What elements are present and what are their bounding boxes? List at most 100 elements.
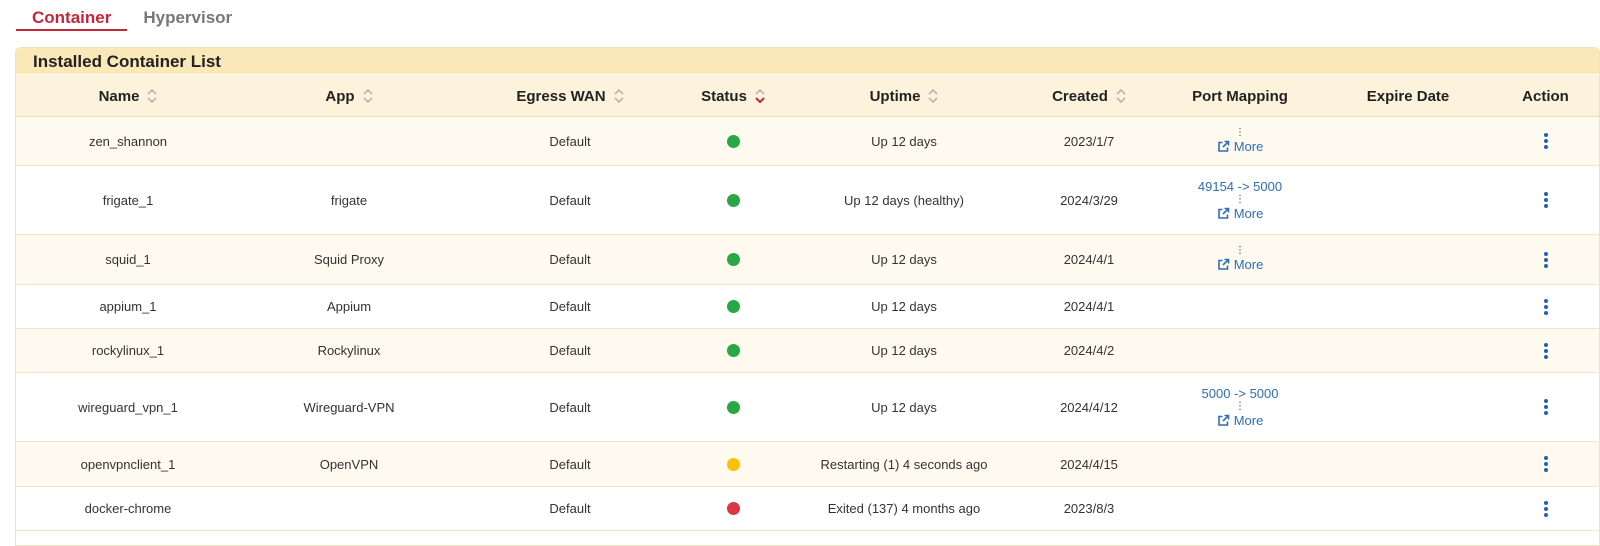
status-indicator-restarting	[726, 457, 740, 471]
uptime-cell: Up 12 days (healthy)	[844, 192, 964, 208]
status-cell	[682, 285, 784, 328]
expire-cell	[1326, 442, 1490, 486]
egress-cell: Default	[549, 456, 591, 472]
status-indicator-running	[726, 253, 740, 266]
action-cell	[1490, 487, 1599, 530]
more-link[interactable]: More	[1217, 205, 1264, 222]
app-cell: Wireguard-VPN	[303, 399, 395, 415]
port-mapping-cell	[1154, 442, 1326, 486]
egress-cell: Default	[549, 501, 591, 516]
kebab-menu-icon[interactable]	[1540, 247, 1552, 273]
port-mapping-cell: ⋮ More	[1154, 235, 1326, 284]
sort-icon[interactable]	[1116, 88, 1126, 104]
expire-cell	[1326, 166, 1490, 234]
port-mapping-link[interactable]: 49154 -> 5000	[1198, 178, 1282, 195]
sort-icon[interactable]	[614, 88, 624, 104]
table-row: frigate_1 frigate Default Up 12 days (healt…	[16, 166, 1599, 235]
column-header-egress-wan[interactable]: Egress WAN	[458, 75, 682, 117]
table-row: zen_shannon Default Up 12 days 2023/1/7 ⋮ Mor…	[16, 117, 1599, 166]
external-link-icon	[1217, 414, 1234, 427]
sort-desc-icon[interactable]	[755, 88, 765, 104]
expire-cell	[1326, 487, 1490, 530]
name-cell: docker-chrome	[84, 501, 172, 516]
action-cell	[1490, 373, 1599, 441]
sort-icon[interactable]	[363, 88, 373, 104]
column-header-created[interactable]: Created	[1024, 75, 1154, 117]
status-cell	[682, 166, 784, 234]
status-cell	[682, 235, 784, 284]
card-title: Installed Container List	[16, 48, 1599, 74]
uptime-cell: Exited (137) 4 months ago	[827, 501, 981, 516]
kebab-menu-icon[interactable]	[1540, 394, 1552, 420]
port-mapping-cell: 5000 -> 5000 ⋮ More	[1154, 373, 1326, 441]
table-row: wireguard_vpn_1 Wireguard-VPN Default Up 12…	[16, 373, 1599, 442]
port-mapping-cell: 49154 -> 5000 ⋮ More	[1154, 166, 1326, 234]
status-indicator-running	[726, 344, 740, 357]
kebab-menu-icon[interactable]	[1540, 338, 1552, 364]
column-header-status[interactable]: Status	[682, 75, 784, 117]
vertical-ellipsis-icon: ⋮	[1235, 126, 1245, 138]
kebab-menu-icon[interactable]	[1540, 294, 1552, 320]
expire-cell	[1326, 373, 1490, 441]
name-cell: openvpnclient_1	[80, 456, 176, 472]
status-indicator-running	[726, 134, 740, 148]
vertical-ellipsis-icon: ⋮	[1235, 194, 1245, 205]
more-label: More	[1233, 257, 1264, 272]
uptime-cell: Restarting (1) 4 seconds ago	[820, 456, 988, 472]
column-header-port-mapping: Port Mapping	[1192, 87, 1288, 105]
created-cell: 2023/1/7	[1063, 133, 1115, 149]
created-cell: 2024/4/1	[1063, 252, 1115, 267]
egress-cell: Default	[549, 252, 591, 267]
table-row: appium_1 Appium Default Up 12 days 2024/4/1	[16, 285, 1599, 329]
status-indicator-running	[726, 400, 740, 414]
status-cell	[682, 117, 784, 165]
created-cell: 2024/4/1	[1063, 299, 1115, 314]
tab-hypervisor[interactable]: Hypervisor	[127, 0, 248, 31]
status-cell	[682, 373, 784, 441]
sort-icon[interactable]	[928, 88, 938, 104]
kebab-menu-icon[interactable]	[1540, 128, 1552, 154]
installed-container-list-card: Installed Container List Name App Egress…	[15, 47, 1600, 546]
external-link-icon	[1217, 258, 1234, 271]
created-cell: 2023/8/3	[1063, 501, 1115, 516]
name-cell: wireguard_vpn_1	[78, 399, 178, 415]
action-cell	[1490, 166, 1599, 234]
uptime-cell: Up 12 days	[871, 133, 937, 149]
tab-container[interactable]: Container	[16, 0, 128, 31]
external-link-icon	[1217, 140, 1234, 153]
port-mapping-cell	[1154, 487, 1326, 530]
column-header-action: Action	[1522, 87, 1569, 105]
vertical-ellipsis-icon: ⋮	[1235, 401, 1245, 412]
more-link[interactable]: More	[1217, 256, 1264, 273]
column-header-uptime[interactable]: Uptime	[784, 75, 1024, 117]
kebab-menu-icon[interactable]	[1540, 496, 1552, 522]
sort-icon[interactable]	[147, 88, 157, 104]
expire-cell	[1326, 235, 1490, 284]
column-header-name[interactable]: Name	[16, 75, 240, 117]
external-link-icon	[1217, 207, 1234, 220]
egress-cell: Default	[549, 299, 591, 314]
more-label: More	[1233, 413, 1264, 428]
uptime-cell: Up 12 days	[871, 343, 937, 358]
table-row: squid_1 Squid Proxy Default Up 12 days 2024/…	[16, 235, 1599, 285]
kebab-menu-icon[interactable]	[1540, 451, 1552, 477]
port-mapping-cell: ⋮ More	[1154, 117, 1326, 165]
app-cell: Squid Proxy	[313, 252, 385, 267]
app-cell: frigate	[330, 192, 368, 208]
kebab-menu-icon[interactable]	[1540, 187, 1552, 213]
port-mapping-cell	[1154, 329, 1326, 372]
status-indicator-exited	[726, 502, 740, 515]
tab-bar: Container Hypervisor	[16, 0, 248, 34]
status-indicator-running	[726, 300, 740, 313]
created-cell: 2024/4/2	[1063, 343, 1115, 358]
more-link[interactable]: More	[1217, 412, 1264, 429]
action-cell	[1490, 442, 1599, 486]
more-link[interactable]: More	[1217, 138, 1264, 155]
status-cell	[682, 329, 784, 372]
port-mapping-link[interactable]: 5000 -> 5000	[1202, 385, 1279, 402]
more-label: More	[1233, 206, 1264, 221]
more-label: More	[1233, 138, 1264, 154]
column-header-app[interactable]: App	[240, 75, 458, 117]
port-mapping-cell	[1154, 285, 1326, 328]
column-header-expire-date: Expire Date	[1366, 87, 1450, 105]
